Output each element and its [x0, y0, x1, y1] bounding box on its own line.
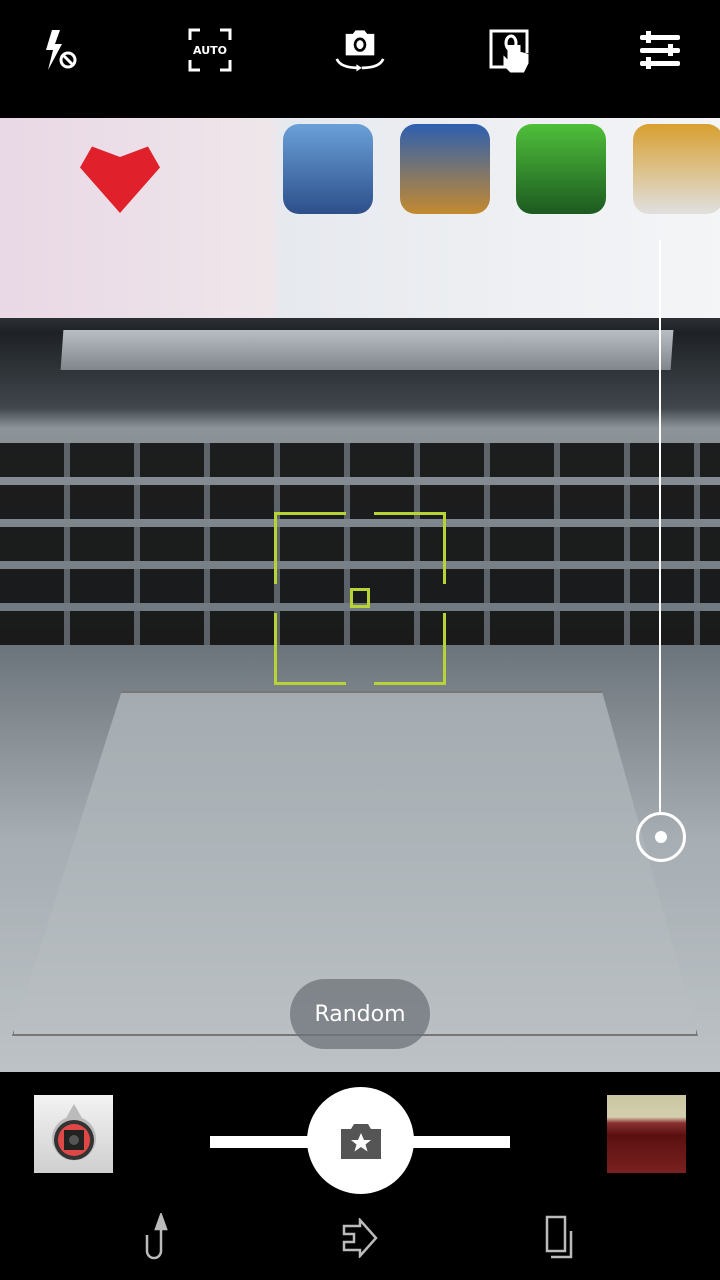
recent-apps-icon[interactable] [532, 1210, 582, 1266]
shutter-button[interactable] [307, 1087, 414, 1194]
camera-viewfinder[interactable]: Random [0, 118, 720, 1072]
zoom-slider-handle[interactable] [636, 812, 686, 862]
settings-sliders-icon[interactable] [635, 25, 685, 75]
last-photo-thumbnail[interactable] [607, 1095, 686, 1173]
auto-label: AUTO [193, 43, 227, 57]
scene-dock [60, 330, 674, 370]
flash-off-icon[interactable] [35, 25, 85, 75]
camera-top-bar: AUTO [0, 0, 720, 118]
zoom-slider-track[interactable] [659, 240, 661, 815]
camera-app-icon[interactable] [34, 1095, 113, 1173]
mode-label[interactable]: Random [290, 979, 430, 1049]
touch-shutter-icon[interactable] [485, 25, 535, 75]
back-icon[interactable] [132, 1210, 182, 1266]
focus-frame [274, 512, 446, 685]
scene-laptop-screen [0, 118, 720, 318]
switch-camera-icon[interactable] [335, 25, 385, 75]
home-icon[interactable] [335, 1210, 385, 1266]
camera-star-icon [340, 1123, 381, 1159]
auto-focus-button[interactable]: AUTO [185, 25, 235, 75]
